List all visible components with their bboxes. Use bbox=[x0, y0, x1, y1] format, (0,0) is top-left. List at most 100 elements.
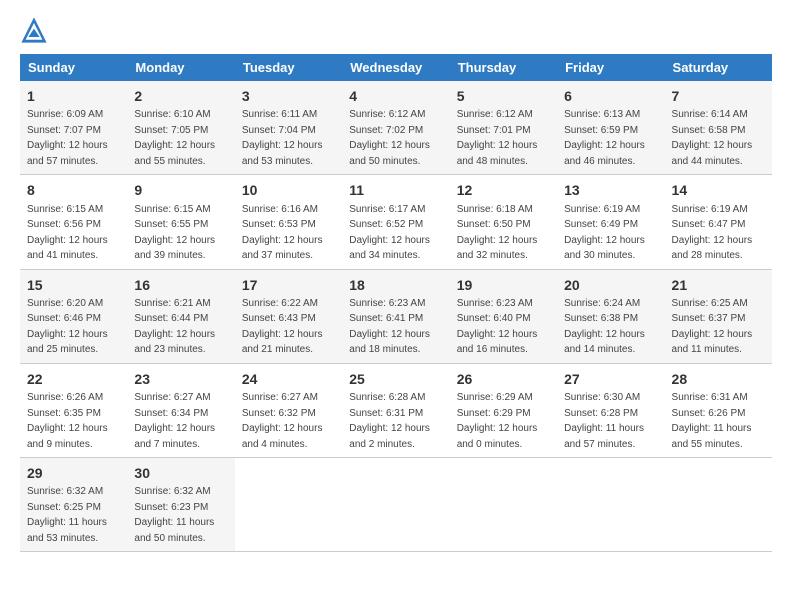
day-info: Sunrise: 6:15 AM Sunset: 6:55 PM Dayligh… bbox=[134, 204, 215, 262]
week-row-3: 15 Sunrise: 6:20 AM Sunset: 6:46 PM Dayli… bbox=[20, 269, 772, 363]
day-info: Sunrise: 6:16 AM Sunset: 6:53 PM Dayligh… bbox=[242, 204, 323, 262]
day-info: Sunrise: 6:23 AM Sunset: 6:40 PM Dayligh… bbox=[457, 298, 538, 356]
day-cell: 14Sunrise: 6:19 AM Sunset: 6:47 PM Dayli… bbox=[665, 175, 772, 269]
day-info: Sunrise: 6:17 AM Sunset: 6:52 PM Dayligh… bbox=[349, 204, 430, 262]
week-row-2: 8Sunrise: 6:15 AM Sunset: 6:56 PM Daylig… bbox=[20, 175, 772, 269]
day-info: Sunrise: 6:26 AM Sunset: 6:35 PM Dayligh… bbox=[27, 392, 108, 450]
day-cell: 28 Sunrise: 6:31 AM Sunset: 6:26 PM Dayli… bbox=[665, 363, 772, 457]
day-number: 12 bbox=[457, 180, 550, 200]
day-info: Sunrise: 6:31 AM Sunset: 6:26 PM Dayligh… bbox=[672, 392, 752, 450]
day-info: Sunrise: 6:20 AM Sunset: 6:46 PM Dayligh… bbox=[27, 298, 108, 356]
day-info: Sunrise: 6:27 AM Sunset: 6:34 PM Dayligh… bbox=[134, 392, 215, 450]
day-cell bbox=[235, 458, 342, 552]
day-cell: 23 Sunrise: 6:27 AM Sunset: 6:34 PM Dayli… bbox=[127, 363, 234, 457]
day-info: Sunrise: 6:09 AM Sunset: 7:07 PM Dayligh… bbox=[27, 109, 108, 167]
day-number: 4 bbox=[349, 86, 442, 106]
day-cell: 13 Sunrise: 6:19 AM Sunset: 6:49 PM Dayli… bbox=[557, 175, 664, 269]
day-number: 11 bbox=[349, 180, 442, 200]
week-row-5: 29 Sunrise: 6:32 AM Sunset: 6:25 PM Dayli… bbox=[20, 458, 772, 552]
day-number: 27 bbox=[564, 369, 657, 389]
day-cell: 4 Sunrise: 6:12 AM Sunset: 7:02 PM Daylig… bbox=[342, 81, 449, 175]
day-cell: 15 Sunrise: 6:20 AM Sunset: 6:46 PM Dayli… bbox=[20, 269, 127, 363]
logo bbox=[20, 16, 52, 44]
day-cell: 17 Sunrise: 6:22 AM Sunset: 6:43 PM Dayli… bbox=[235, 269, 342, 363]
day-info: Sunrise: 6:29 AM Sunset: 6:29 PM Dayligh… bbox=[457, 392, 538, 450]
logo-icon bbox=[20, 16, 48, 44]
day-cell bbox=[557, 458, 664, 552]
day-info: Sunrise: 6:13 AM Sunset: 6:59 PM Dayligh… bbox=[564, 109, 645, 167]
day-cell: 8Sunrise: 6:15 AM Sunset: 6:56 PM Daylig… bbox=[20, 175, 127, 269]
day-number: 7 bbox=[672, 86, 765, 106]
day-number: 19 bbox=[457, 275, 550, 295]
day-info: Sunrise: 6:28 AM Sunset: 6:31 PM Dayligh… bbox=[349, 392, 430, 450]
day-cell: 6 Sunrise: 6:13 AM Sunset: 6:59 PM Daylig… bbox=[557, 81, 664, 175]
header-cell-wednesday: Wednesday bbox=[342, 54, 449, 81]
day-cell: 24 Sunrise: 6:27 AM Sunset: 6:32 PM Dayli… bbox=[235, 363, 342, 457]
day-cell: 7 Sunrise: 6:14 AM Sunset: 6:58 PM Daylig… bbox=[665, 81, 772, 175]
day-info: Sunrise: 6:12 AM Sunset: 7:01 PM Dayligh… bbox=[457, 109, 538, 167]
day-number: 23 bbox=[134, 369, 227, 389]
day-number: 16 bbox=[134, 275, 227, 295]
day-cell bbox=[665, 458, 772, 552]
day-cell: 3 Sunrise: 6:11 AM Sunset: 7:04 PM Daylig… bbox=[235, 81, 342, 175]
day-number: 30 bbox=[134, 463, 227, 483]
day-cell: 29 Sunrise: 6:32 AM Sunset: 6:25 PM Dayli… bbox=[20, 458, 127, 552]
day-number: 17 bbox=[242, 275, 335, 295]
week-row-1: 1 Sunrise: 6:09 AM Sunset: 7:07 PM Daylig… bbox=[20, 81, 772, 175]
day-info: Sunrise: 6:11 AM Sunset: 7:04 PM Dayligh… bbox=[242, 109, 323, 167]
day-number: 10 bbox=[242, 180, 335, 200]
day-info: Sunrise: 6:27 AM Sunset: 6:32 PM Dayligh… bbox=[242, 392, 323, 450]
day-info: Sunrise: 6:12 AM Sunset: 7:02 PM Dayligh… bbox=[349, 109, 430, 167]
day-cell: 30 Sunrise: 6:32 AM Sunset: 6:23 PM Dayli… bbox=[127, 458, 234, 552]
day-cell: 12 Sunrise: 6:18 AM Sunset: 6:50 PM Dayli… bbox=[450, 175, 557, 269]
day-number: 15 bbox=[27, 275, 120, 295]
day-cell: 1 Sunrise: 6:09 AM Sunset: 7:07 PM Daylig… bbox=[20, 81, 127, 175]
day-info: Sunrise: 6:18 AM Sunset: 6:50 PM Dayligh… bbox=[457, 204, 538, 262]
day-info: Sunrise: 6:19 AM Sunset: 6:47 PM Dayligh… bbox=[672, 204, 753, 262]
day-number: 6 bbox=[564, 86, 657, 106]
day-cell: 21 Sunrise: 6:25 AM Sunset: 6:37 PM Dayli… bbox=[665, 269, 772, 363]
header-cell-tuesday: Tuesday bbox=[235, 54, 342, 81]
day-info: Sunrise: 6:23 AM Sunset: 6:41 PM Dayligh… bbox=[349, 298, 430, 356]
day-cell: 5 Sunrise: 6:12 AM Sunset: 7:01 PM Daylig… bbox=[450, 81, 557, 175]
day-number: 5 bbox=[457, 86, 550, 106]
day-info: Sunrise: 6:10 AM Sunset: 7:05 PM Dayligh… bbox=[134, 109, 215, 167]
day-cell: 19 Sunrise: 6:23 AM Sunset: 6:40 PM Dayli… bbox=[450, 269, 557, 363]
day-number: 18 bbox=[349, 275, 442, 295]
header-cell-sunday: Sunday bbox=[20, 54, 127, 81]
day-info: Sunrise: 6:25 AM Sunset: 6:37 PM Dayligh… bbox=[672, 298, 753, 356]
header-row: SundayMondayTuesdayWednesdayThursdayFrid… bbox=[20, 54, 772, 81]
day-cell: 27 Sunrise: 6:30 AM Sunset: 6:28 PM Dayli… bbox=[557, 363, 664, 457]
day-cell: 18 Sunrise: 6:23 AM Sunset: 6:41 PM Dayli… bbox=[342, 269, 449, 363]
day-number: 25 bbox=[349, 369, 442, 389]
day-number: 3 bbox=[242, 86, 335, 106]
header-cell-thursday: Thursday bbox=[450, 54, 557, 81]
day-cell: 20 Sunrise: 6:24 AM Sunset: 6:38 PM Dayli… bbox=[557, 269, 664, 363]
day-number: 24 bbox=[242, 369, 335, 389]
day-number: 9 bbox=[134, 180, 227, 200]
day-number: 28 bbox=[672, 369, 765, 389]
day-info: Sunrise: 6:32 AM Sunset: 6:23 PM Dayligh… bbox=[134, 486, 214, 544]
day-info: Sunrise: 6:19 AM Sunset: 6:49 PM Dayligh… bbox=[564, 204, 645, 262]
day-cell: 9 Sunrise: 6:15 AM Sunset: 6:55 PM Daylig… bbox=[127, 175, 234, 269]
day-number: 20 bbox=[564, 275, 657, 295]
day-cell bbox=[450, 458, 557, 552]
day-number: 21 bbox=[672, 275, 765, 295]
day-cell: 11 Sunrise: 6:17 AM Sunset: 6:52 PM Dayli… bbox=[342, 175, 449, 269]
day-info: Sunrise: 6:32 AM Sunset: 6:25 PM Dayligh… bbox=[27, 486, 107, 544]
day-number: 29 bbox=[27, 463, 120, 483]
header-cell-saturday: Saturday bbox=[665, 54, 772, 81]
day-number: 13 bbox=[564, 180, 657, 200]
day-number: 1 bbox=[27, 86, 120, 106]
header-cell-monday: Monday bbox=[127, 54, 234, 81]
calendar-table: SundayMondayTuesdayWednesdayThursdayFrid… bbox=[20, 54, 772, 552]
day-cell: 2Sunrise: 6:10 AM Sunset: 7:05 PM Daylig… bbox=[127, 81, 234, 175]
day-info: Sunrise: 6:22 AM Sunset: 6:43 PM Dayligh… bbox=[242, 298, 323, 356]
day-cell: 16Sunrise: 6:21 AM Sunset: 6:44 PM Dayli… bbox=[127, 269, 234, 363]
header-cell-friday: Friday bbox=[557, 54, 664, 81]
day-cell: 22Sunrise: 6:26 AM Sunset: 6:35 PM Dayli… bbox=[20, 363, 127, 457]
day-info: Sunrise: 6:14 AM Sunset: 6:58 PM Dayligh… bbox=[672, 109, 753, 167]
day-cell bbox=[342, 458, 449, 552]
day-info: Sunrise: 6:24 AM Sunset: 6:38 PM Dayligh… bbox=[564, 298, 645, 356]
day-info: Sunrise: 6:30 AM Sunset: 6:28 PM Dayligh… bbox=[564, 392, 644, 450]
